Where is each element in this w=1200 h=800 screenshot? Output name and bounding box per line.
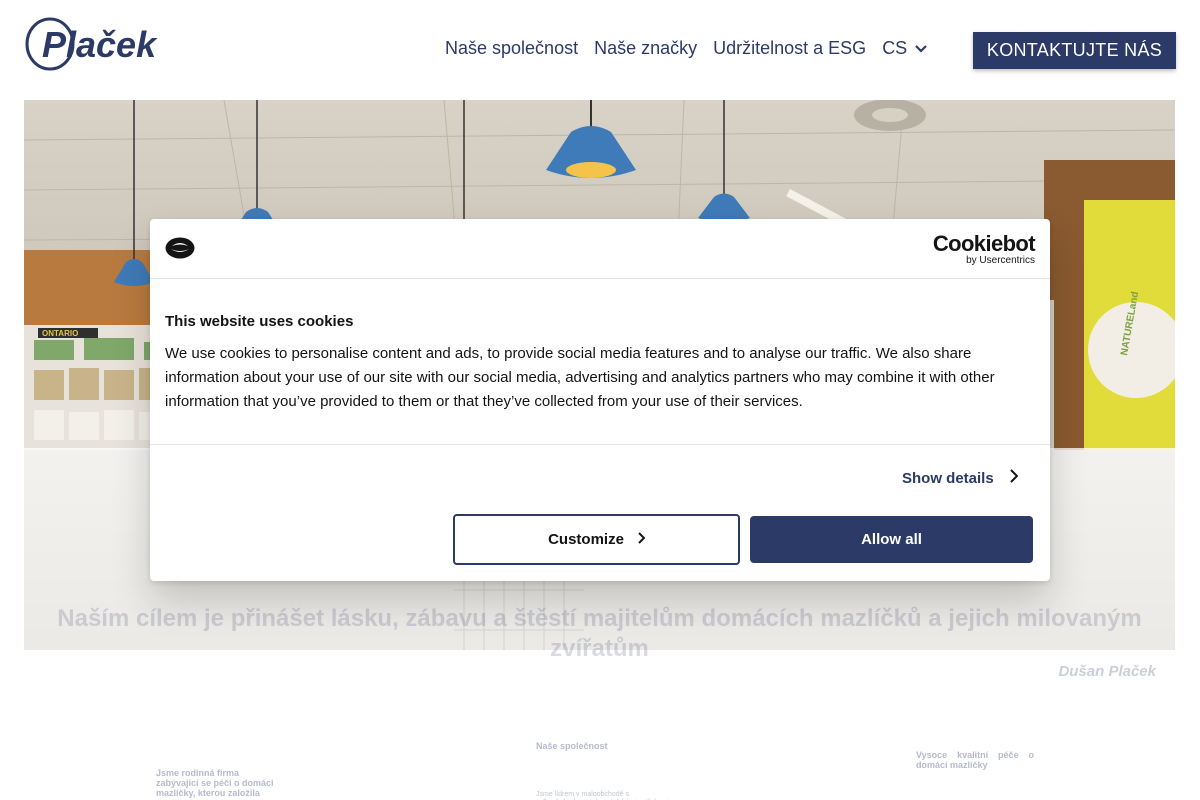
chevron-down-icon [915,38,927,59]
customize-label: Customize [548,531,624,548]
nav-item-company[interactable]: Naše společnost [445,38,578,59]
cookie-dialog-text: We use cookies to personalise content an… [165,345,995,410]
cookie-divider [150,444,1050,445]
nav-item-brands[interactable]: Naše značky [594,38,697,59]
cookie-dialog-title: This website uses cookies [165,313,354,330]
cookiebot-logo[interactable]: Cookiebot by Usercentrics [932,231,1036,267]
hero-quote: Naším cílem je přinášet lásku, zábavu a … [57,605,1142,662]
chevron-right-icon [1009,469,1019,487]
intro-text-quality-care: Vysoce kvalitní péče o domácí mazlíčky [916,750,1034,770]
cookiebot-brand: Cookiebot [932,231,1036,256]
show-details-label: Show details [902,469,994,487]
language-selector[interactable]: CS [882,38,927,59]
nav-item-esg[interactable]: Udržitelnost a ESG [713,38,866,59]
allow-all-button[interactable]: Allow all [750,516,1033,563]
customize-button[interactable]: Customize [453,514,740,565]
section-text-our-company: Jsme lídrem v maloobchodě s velkoobchode… [536,791,669,800]
main-nav: Naše společnost Naše značky Udržitelnost… [445,38,927,59]
placek-logo[interactable]: Plaček [24,16,176,74]
cookie-consent-dialog: Cookiebot by Usercentrics This website u… [150,219,1050,581]
hero-quote-author: Dušan Plaček [1058,663,1156,680]
cookiebot-brand-sub: by Usercentrics [966,255,1035,266]
section-title-our-company: Naše společnost [536,741,608,751]
cookie-dialog-header: Cookiebot by Usercentrics [150,219,1050,279]
show-details-link[interactable]: Show details [902,469,1019,487]
intro-text-family-company: Jsme rodinná firma zabývající se péčí o … [156,768,274,798]
language-label: CS [882,38,908,58]
store-sign-ontario: ONTARIO [42,329,78,338]
cookie-icon [165,237,195,264]
section-our-company: Naše společnost Jsme lídrem v maloobchod… [536,741,676,800]
site-header: Plaček Naše společnost Naše značky Udrži… [0,0,1200,100]
logo-text: Plaček [42,24,158,65]
contact-button[interactable]: KONTAKTUJTE NÁS [973,32,1176,69]
chevron-right-icon [638,531,646,548]
